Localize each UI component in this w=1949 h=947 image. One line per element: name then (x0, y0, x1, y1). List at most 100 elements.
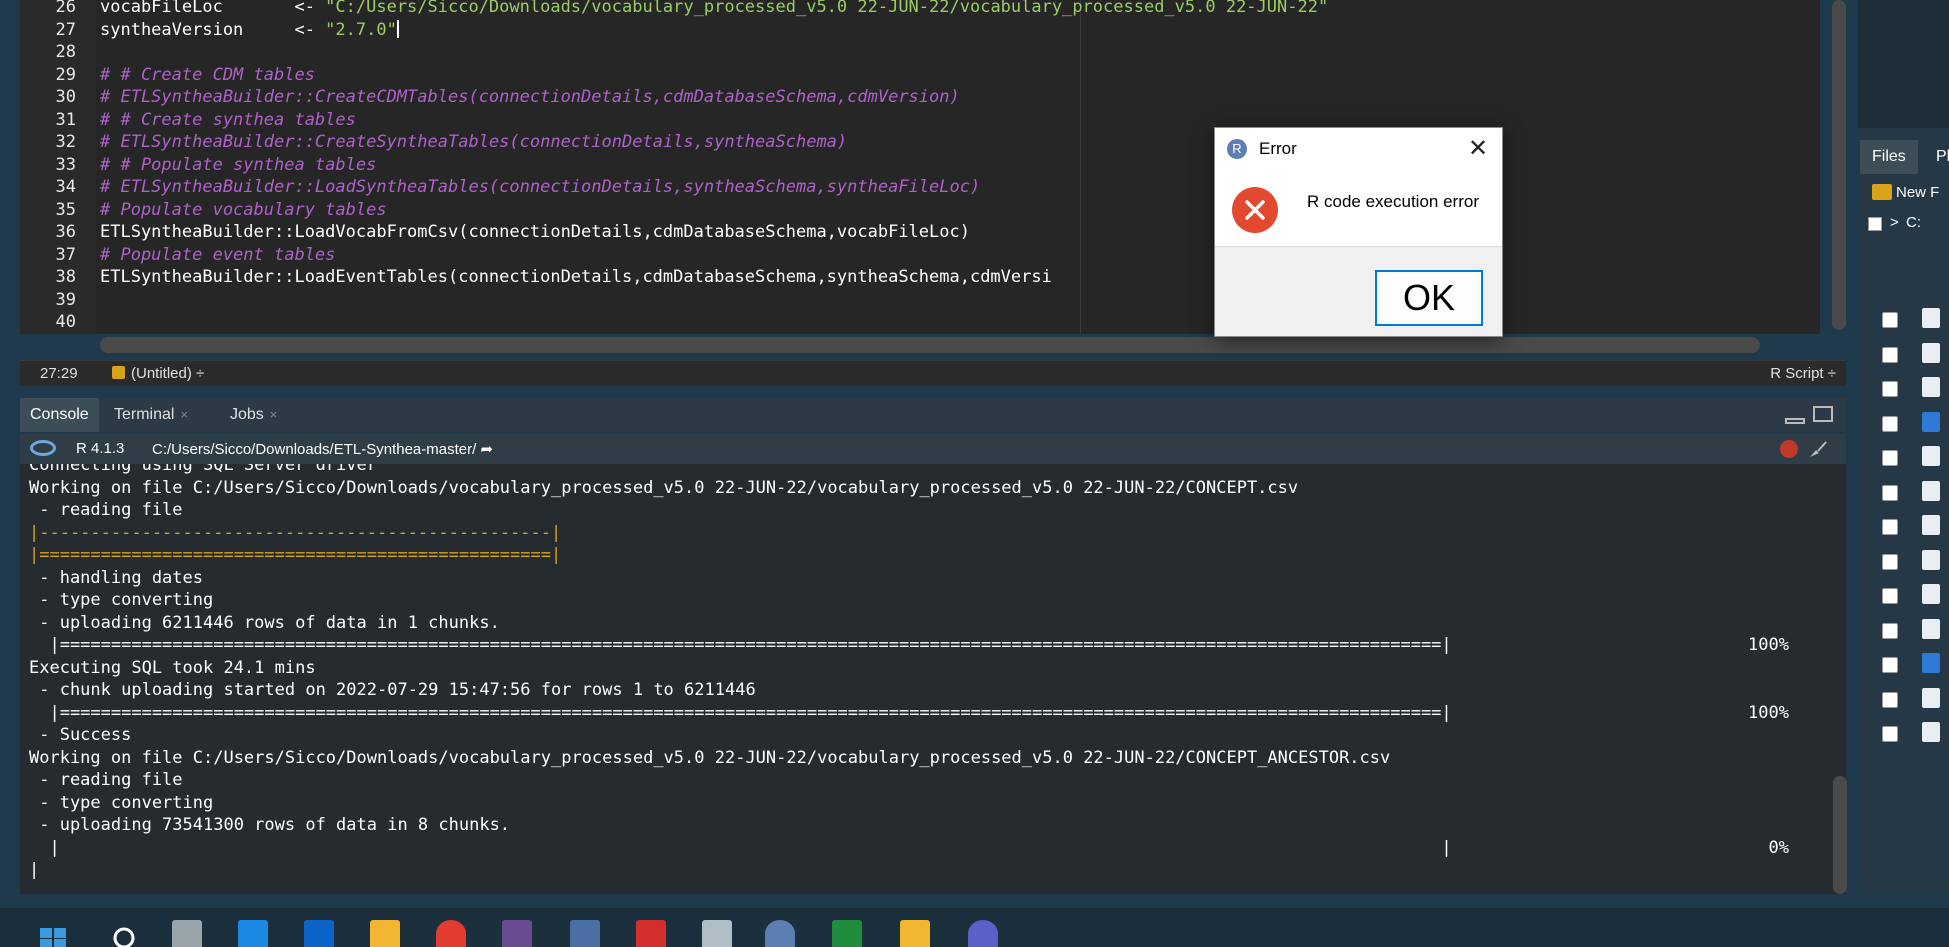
console-text: - Success (29, 725, 132, 745)
code-token: ETLSyntheaBuilder::LoadEventTables(conne… (100, 267, 1052, 287)
datagrip-icon[interactable] (502, 920, 532, 947)
console-text: - reading file (29, 500, 183, 520)
line-number: 32 (55, 132, 76, 152)
dialog-message: R code execution error (1307, 192, 1479, 211)
teams-icon[interactable] (968, 920, 998, 947)
network-tool-icon[interactable] (570, 920, 600, 947)
editor-horizontal-scrollbar[interactable] (100, 337, 1760, 353)
working-directory-path: C:/Users/Sicco/Downloads/ETL-Synthea-mas… (152, 441, 477, 458)
tab-files[interactable]: Files (1860, 140, 1918, 174)
clear-console-icon[interactable] (1808, 440, 1828, 458)
file-icon (1922, 687, 1940, 708)
tab-jobs-close-icon[interactable]: × (270, 407, 278, 422)
file-checkbox[interactable] (1882, 450, 1898, 466)
file-row[interactable] (1858, 340, 1949, 370)
editor-vertical-scrollbar[interactable] (1832, 0, 1846, 330)
file-explorer-icon[interactable] (370, 920, 400, 947)
code-token: ETLSyntheaBuilder::LoadVocabFromCsv(conn… (100, 222, 970, 242)
console-text: - uploading 6211446 rows of data in 1 ch… (29, 612, 500, 633)
editor-app-icon[interactable] (702, 920, 732, 947)
code-text: # # Create CDM tables (100, 64, 315, 87)
working-directory[interactable]: C:/Users/Sicco/Downloads/ETL-Synthea-mas… (152, 440, 493, 458)
ok-button[interactable]: OK (1375, 270, 1483, 326)
file-checkbox[interactable] (1882, 519, 1898, 535)
line-number: 37 (55, 244, 76, 265)
file-checkbox[interactable] (1882, 691, 1898, 708)
minimize-pane-icon[interactable] (1785, 418, 1805, 424)
code-token: # Populate vocabulary tables (100, 199, 387, 220)
file-row[interactable] (1858, 409, 1949, 439)
maximize-pane-icon[interactable] (1813, 406, 1833, 422)
line-number: 30 (55, 87, 76, 107)
task-view-icon[interactable] (172, 920, 202, 947)
file-row[interactable] (1858, 512, 1949, 542)
file-checkbox[interactable] (1882, 312, 1898, 328)
file-checkbox[interactable] (1882, 346, 1898, 363)
file-row[interactable] (1858, 581, 1949, 611)
console-line: | | 0% (29, 837, 1829, 860)
chrome-icon[interactable] (436, 920, 466, 947)
file-type-selector[interactable]: R Script ÷ (1770, 365, 1836, 382)
file-row[interactable] (1858, 616, 1949, 646)
file-checkbox[interactable] (1882, 415, 1898, 432)
file-row[interactable] (1858, 443, 1949, 473)
filezilla-icon[interactable] (636, 920, 666, 947)
file-row[interactable] (1858, 685, 1949, 715)
file-row[interactable] (1858, 547, 1949, 577)
code-area[interactable]: 26 vocabFileLoc <- "C:/Users/Sicco/Downlo… (20, 0, 1820, 334)
file-checkbox[interactable] (1882, 657, 1898, 673)
console-line: |=======================================… (29, 702, 1829, 725)
console-line: - handling dates (29, 567, 1829, 590)
code-text: vocabFileLoc <- "C:/Users/Sicco/Download… (100, 0, 1328, 19)
r-app-icon: R (1227, 139, 1247, 159)
cursor-position: 27:29 (40, 365, 78, 382)
line-number: 33 (55, 154, 76, 175)
windows-start-icon[interactable] (38, 920, 68, 947)
file-row[interactable] (1858, 719, 1949, 749)
new-folder-button[interactable]: New F (1858, 180, 1949, 210)
file-checkbox[interactable] (1882, 588, 1898, 604)
file-checkbox[interactable] (1882, 381, 1898, 397)
file-checkbox[interactable] (1882, 553, 1898, 570)
outlook-icon[interactable] (304, 920, 334, 947)
folder-app-icon[interactable] (900, 920, 930, 947)
file-icon (1922, 342, 1940, 363)
stop-icon[interactable] (1780, 440, 1798, 458)
console-line: - uploading 6211446 rows of data in 1 ch… (29, 612, 1829, 635)
file-row[interactable] (1858, 478, 1949, 508)
error-dialog: R Error ✕ R code execution error OK (1214, 127, 1503, 337)
file-checkbox[interactable] (1882, 484, 1898, 501)
console-line: Connecting using SQL Server driver (29, 464, 1829, 477)
dialog-close-icon[interactable]: ✕ (1464, 134, 1492, 163)
console-tabbar: Console Terminal × Jobs × (20, 398, 1846, 432)
search-icon[interactable] (110, 920, 140, 947)
tab-jobs[interactable]: Jobs × (220, 398, 287, 432)
tab-jobs-label: Jobs (230, 406, 264, 423)
file-row[interactable] (1858, 374, 1949, 404)
code-editor[interactable]: 26 vocabFileLoc <- "C:/Users/Sicco/Downlo… (20, 0, 1820, 334)
console-vertical-scrollbar[interactable] (1833, 776, 1847, 894)
file-row[interactable] (1858, 650, 1949, 680)
line-number: 28 (55, 42, 76, 62)
tab-console[interactable]: Console (20, 398, 99, 432)
store-icon[interactable] (238, 920, 268, 947)
line-number: 26 (55, 0, 76, 17)
scope-arrow: ÷ (196, 365, 205, 382)
console-output[interactable]: Connecting using SQL Server driver Workin… (20, 464, 1846, 894)
excel-icon[interactable] (832, 920, 862, 947)
goto-directory-icon[interactable]: ➦ (480, 441, 493, 458)
path-root[interactable]: C: (1906, 214, 1921, 231)
scope-selector[interactable]: (Untitled) ÷ (112, 365, 204, 382)
file-checkbox[interactable] (1882, 726, 1898, 742)
rstudio-icon[interactable] (765, 920, 795, 947)
tab-plots[interactable]: Pl (1924, 140, 1949, 174)
tab-terminal[interactable]: Terminal × (104, 398, 198, 432)
tab-terminal-close-icon[interactable]: × (180, 407, 188, 422)
console-text: Working on file C:/Users/Sicco/Downloads… (29, 477, 1299, 498)
console-text: - reading file (29, 770, 183, 790)
file-row[interactable] (1858, 305, 1949, 335)
line-number: 38 (55, 267, 76, 287)
file-checkbox[interactable] (1882, 622, 1898, 639)
select-all-checkbox[interactable] (1868, 217, 1882, 231)
code-token: syntheaVersion <- (100, 19, 326, 40)
